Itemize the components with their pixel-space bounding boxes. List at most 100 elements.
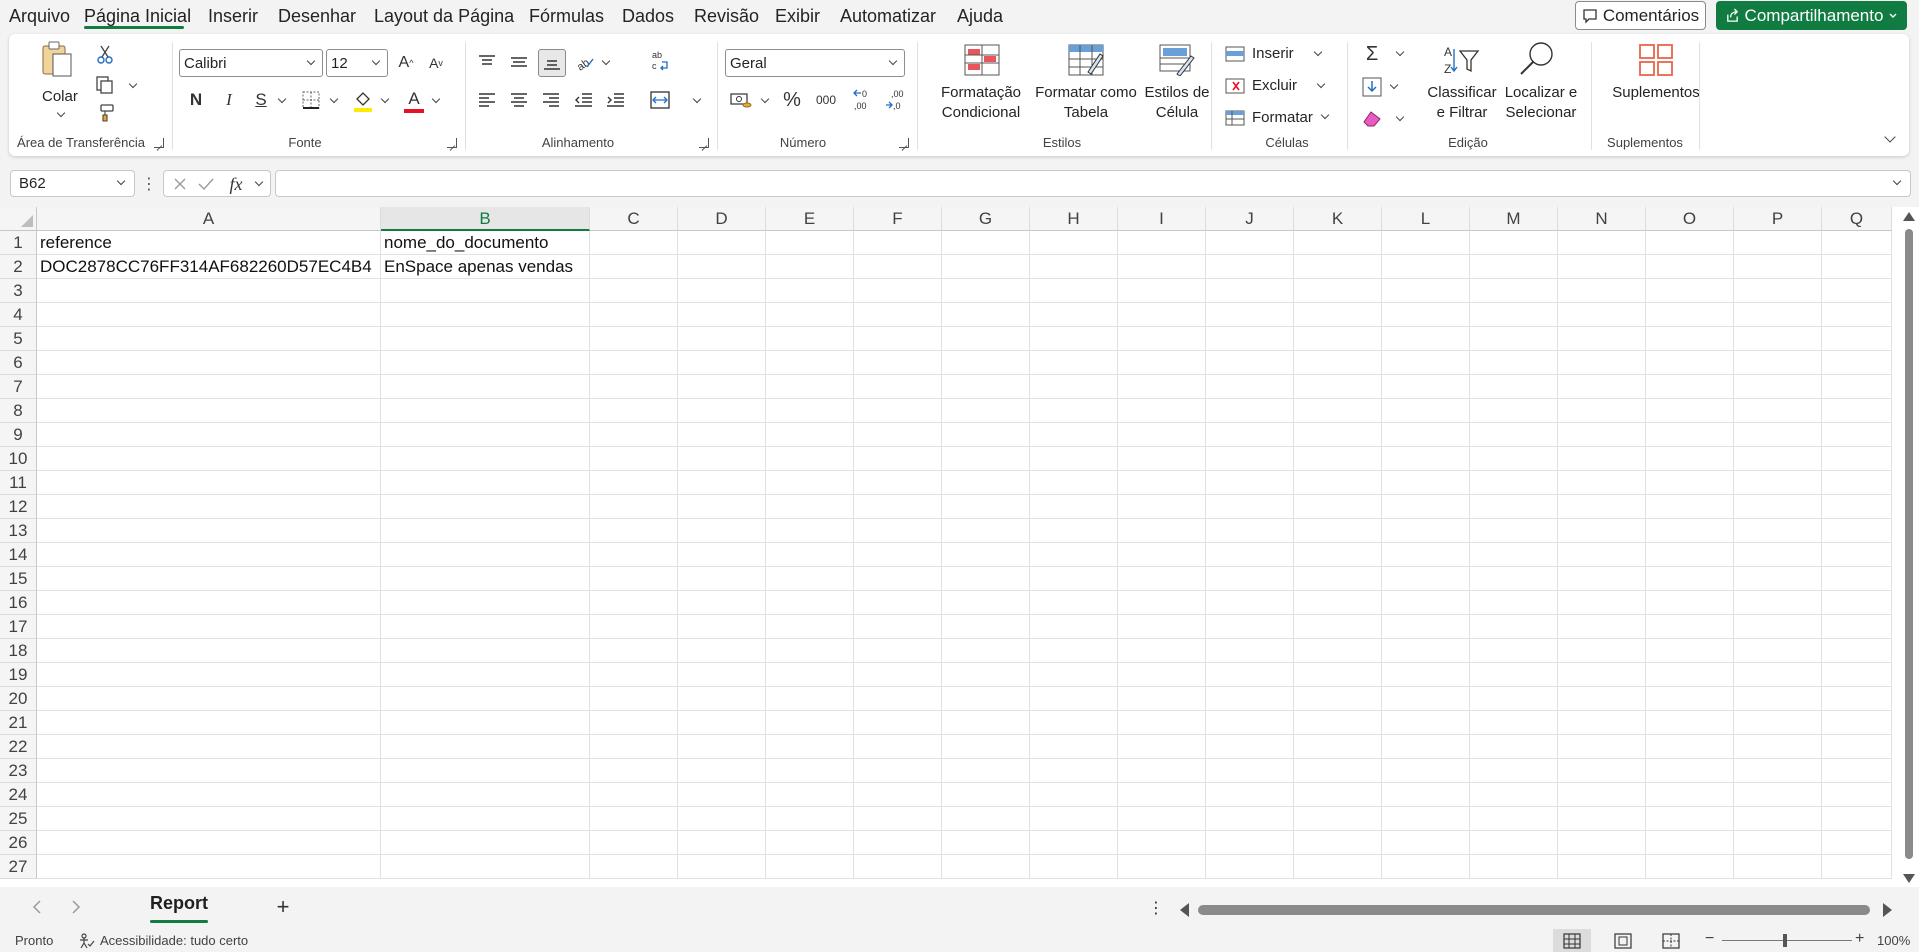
increase-indent-icon[interactable] xyxy=(603,88,627,112)
borders-dropdown-chevron[interactable] xyxy=(329,94,339,104)
worksheet-grid[interactable]: A B C D E F G H I J K L M N O P Q 1 2 3 4 5 6 7 8 9 10 11 12 13 14 15 16… xyxy=(0,207,1919,887)
column-header-m[interactable]: M xyxy=(1470,207,1558,231)
enter-check-icon[interactable] xyxy=(196,174,216,194)
align-middle-icon[interactable] xyxy=(507,50,531,74)
row-header-6[interactable]: 6 xyxy=(0,351,37,375)
wrap-text-icon[interactable]: ab c xyxy=(648,48,672,74)
format-cells-label[interactable]: Formatar xyxy=(1252,109,1313,126)
format-painter-icon[interactable] xyxy=(94,102,116,124)
zoom-out-icon[interactable]: − xyxy=(1705,930,1714,948)
merge-center-icon[interactable] xyxy=(648,88,672,112)
column-header-b[interactable]: B xyxy=(381,207,590,231)
row-header-17[interactable]: 17 xyxy=(0,615,37,639)
tab-dados[interactable]: Dados xyxy=(622,6,674,27)
more-options-icon[interactable]: ⋮ xyxy=(141,174,157,194)
insert-cells-icon[interactable] xyxy=(1225,45,1245,63)
column-header-e[interactable]: E xyxy=(766,207,854,231)
row-header-5[interactable]: 5 xyxy=(0,327,37,351)
row-header-21[interactable]: 21 xyxy=(0,711,37,735)
row-header-22[interactable]: 22 xyxy=(0,735,37,759)
tab-exibir[interactable]: Exibir xyxy=(775,6,820,27)
delete-dropdown-chevron[interactable] xyxy=(1316,79,1326,89)
font-color-dropdown-chevron[interactable] xyxy=(431,94,441,104)
vertical-scrollbar[interactable] xyxy=(1898,207,1919,887)
row-header-7[interactable]: 7 xyxy=(0,375,37,399)
increase-decimal-icon[interactable]: 0,00 xyxy=(851,86,877,114)
fill-icon[interactable] xyxy=(1361,76,1383,98)
column-header-o[interactable]: O xyxy=(1646,207,1734,231)
underline-button[interactable]: S xyxy=(249,88,273,112)
row-header-20[interactable]: 20 xyxy=(0,687,37,711)
tab-arquivo[interactable]: Arquivo xyxy=(9,6,70,27)
format-as-table-label-2[interactable]: Tabela xyxy=(1031,104,1141,121)
row-header-9[interactable]: 9 xyxy=(0,423,37,447)
cell-styles-label-1[interactable]: Estilos de xyxy=(1127,84,1227,101)
copy-dropdown-chevron[interactable] xyxy=(128,79,138,89)
scroll-left-icon[interactable] xyxy=(1180,903,1189,917)
vertical-scroll-thumb[interactable] xyxy=(1905,229,1913,859)
decrease-indent-icon[interactable] xyxy=(571,88,595,112)
clipboard-launcher-icon[interactable] xyxy=(154,138,164,148)
italic-button[interactable]: I xyxy=(217,88,241,112)
accounting-dropdown-chevron[interactable] xyxy=(760,94,770,104)
row-header-8[interactable]: 8 xyxy=(0,399,37,423)
column-header-l[interactable]: L xyxy=(1382,207,1470,231)
align-right-icon[interactable] xyxy=(539,88,563,112)
row-header-4[interactable]: 4 xyxy=(0,303,37,327)
tab-layout-da-pagina[interactable]: Layout da Página xyxy=(374,6,514,27)
row-header-13[interactable]: 13 xyxy=(0,519,37,543)
decrease-decimal-icon[interactable]: ,00,0 xyxy=(884,86,910,114)
cancel-icon[interactable] xyxy=(170,174,190,194)
find-select-label-2[interactable]: Selecionar xyxy=(1491,104,1591,121)
insert-function-icon[interactable]: fx xyxy=(224,173,248,195)
font-size-select[interactable]: 12 xyxy=(326,49,388,77)
row-header-2[interactable]: 2 xyxy=(0,255,37,279)
row-header-19[interactable]: 19 xyxy=(0,663,37,687)
next-sheet-icon[interactable] xyxy=(66,897,86,917)
thousands-separator-button[interactable]: 000 xyxy=(811,88,841,112)
expand-formula-chevron[interactable] xyxy=(1892,176,1902,186)
conditional-formatting-label-2[interactable]: Condicional xyxy=(926,104,1036,121)
delete-cells-icon[interactable] xyxy=(1225,77,1245,95)
align-left-icon[interactable] xyxy=(475,88,499,112)
accessibility-status[interactable]: Acessibilidade: tudo certo xyxy=(100,933,248,948)
conditional-formatting-icon[interactable] xyxy=(962,42,1002,78)
tab-inserir[interactable]: Inserir xyxy=(208,6,258,27)
column-header-p[interactable]: P xyxy=(1734,207,1822,231)
paste-icon[interactable] xyxy=(39,40,75,80)
format-dropdown-chevron[interactable] xyxy=(1320,110,1330,120)
cell-b2[interactable]: EnSpace apenas vendas xyxy=(381,255,590,279)
find-select-icon[interactable] xyxy=(1517,40,1557,78)
share-button[interactable]: Compartilhamento xyxy=(1716,1,1907,30)
zoom-slider-thumb[interactable] xyxy=(1783,934,1787,947)
underline-dropdown-chevron[interactable] xyxy=(277,94,287,104)
font-color-icon[interactable]: A xyxy=(402,88,426,114)
increase-font-icon[interactable]: A ^ xyxy=(394,51,418,75)
column-header-i[interactable]: I xyxy=(1118,207,1206,231)
merge-dropdown-chevron[interactable] xyxy=(692,94,702,104)
zoom-level[interactable]: 100% xyxy=(1877,933,1910,948)
row-header-1[interactable]: 1 xyxy=(0,231,37,255)
cell-styles-icon[interactable] xyxy=(1157,42,1197,78)
tab-ajuda[interactable]: Ajuda xyxy=(957,6,1003,27)
autosum-dropdown-chevron[interactable] xyxy=(1395,47,1405,57)
select-all-corner[interactable] xyxy=(0,207,37,231)
row-header-18[interactable]: 18 xyxy=(0,639,37,663)
align-top-icon[interactable] xyxy=(475,50,499,74)
tab-pagina-inicial[interactable]: Página Inicial xyxy=(84,6,191,27)
sheet-tab-report[interactable]: Report xyxy=(138,893,220,923)
column-header-d[interactable]: D xyxy=(678,207,766,231)
row-header-23[interactable]: 23 xyxy=(0,759,37,783)
clear-icon[interactable] xyxy=(1361,108,1383,130)
accounting-format-icon[interactable] xyxy=(727,88,755,112)
decrease-font-icon[interactable]: Av xyxy=(424,51,448,75)
row-header-3[interactable]: 3 xyxy=(0,279,37,303)
row-header-11[interactable]: 11 xyxy=(0,471,37,495)
font-name-select[interactable]: Calibri xyxy=(179,49,323,77)
page-layout-view-icon[interactable] xyxy=(1613,932,1633,949)
tab-desenhar[interactable]: Desenhar xyxy=(278,6,356,27)
column-header-h[interactable]: H xyxy=(1030,207,1118,231)
scroll-down-icon[interactable] xyxy=(1903,874,1915,883)
number-launcher-icon[interactable] xyxy=(899,138,909,148)
tab-revisao[interactable]: Revisão xyxy=(694,6,759,27)
